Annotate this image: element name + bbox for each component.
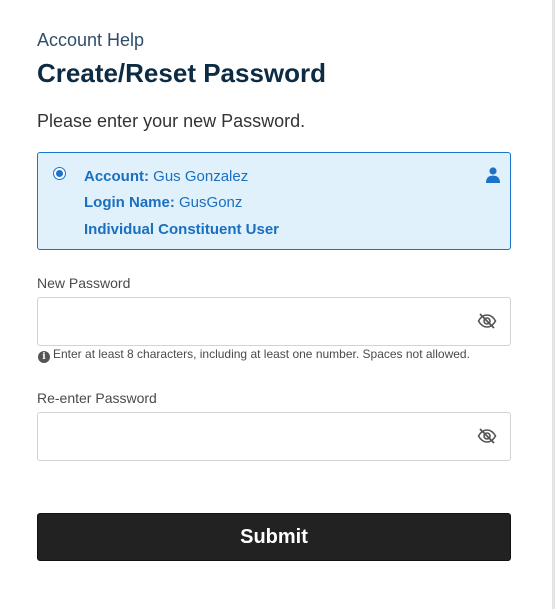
new-password-field-wrapper xyxy=(37,297,511,346)
account-label: Account: xyxy=(84,168,149,185)
submit-button[interactable]: Submit xyxy=(37,513,511,561)
login-name-label: Login Name: xyxy=(84,194,175,211)
page-title: Create/Reset Password xyxy=(37,58,327,88)
info-icon: i xyxy=(38,351,50,363)
account-card[interactable]: Account: Gus Gonzalez Login Name: GusGon… xyxy=(37,152,511,250)
new-password-label: New Password xyxy=(37,275,131,291)
login-name-value: GusGonz xyxy=(179,194,243,211)
login-name-line: Login Name: GusGonz xyxy=(84,194,242,211)
user-icon xyxy=(486,167,500,183)
eye-slash-icon[interactable] xyxy=(477,427,497,445)
new-password-input[interactable] xyxy=(38,298,482,343)
account-radio[interactable] xyxy=(53,167,66,180)
password-hint-text: Enter at least 8 characters, including a… xyxy=(53,347,470,361)
reenter-password-input[interactable] xyxy=(38,413,482,458)
account-value: Gus Gonzalez xyxy=(153,168,249,185)
password-hint: i Enter at least 8 characters, including … xyxy=(38,347,470,363)
page-eyebrow: Account Help xyxy=(37,30,145,50)
reenter-password-label: Re-enter Password xyxy=(37,390,157,406)
reenter-password-field-wrapper xyxy=(37,412,511,461)
intro-text: Please enter your new Password. xyxy=(37,111,306,131)
user-type: Individual Constituent User xyxy=(84,221,280,238)
eye-slash-icon[interactable] xyxy=(477,312,497,330)
account-line: Account: Gus Gonzalez xyxy=(84,168,248,185)
